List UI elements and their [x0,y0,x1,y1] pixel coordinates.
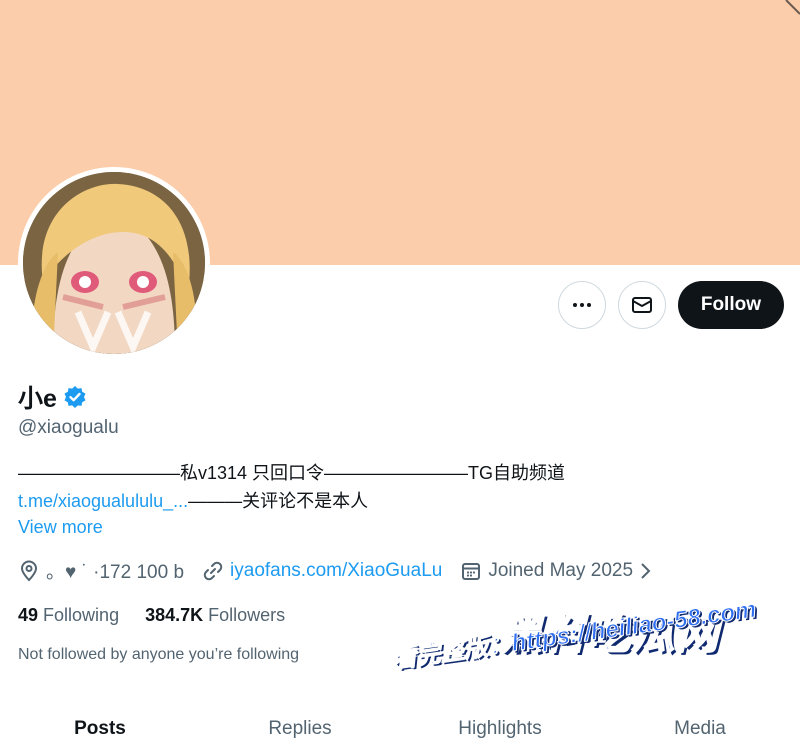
mail-icon [631,297,652,313]
message-button[interactable] [617,281,666,329]
followers-count: 384.7K [145,605,204,625]
follow-button[interactable]: Follow [677,281,784,329]
profile-meta: 。♥ ˙ ·172 100 b iyaofans.com/XiaoGuaLu J… [18,557,671,584]
view-more-link[interactable]: View more [18,517,103,538]
watermark-url: 看完整版：https://heiliao-58.com [390,595,758,674]
tab-posts[interactable]: Posts [0,700,200,750]
follow-stats: 49 Following 384.7K Followers [18,605,285,626]
bio-link[interactable]: t.me/xiaogualululu_... [18,491,188,511]
joined-text: Joined May 2025 [488,559,634,581]
following-link[interactable]: 49 Following [18,605,119,626]
profile-actions: Follow [557,281,784,329]
following-count: 49 [18,605,39,625]
following-label: Following [43,605,120,625]
location-item: 。♥ ˙ ·172 100 b [18,557,184,584]
banner-corner-line [785,0,800,15]
followers-label: Followers [208,605,286,625]
tab-media[interactable]: Media [600,700,800,750]
joined-item[interactable]: Joined May 2025 [460,560,653,582]
name-row: 小e [18,379,87,415]
bio-text-2: ———关评论不是本人 [188,491,369,511]
not-followed-text: Not followed by anyone you’re following [18,646,300,663]
bio-text-1: —————————私v1314 只回口令————————TG自助频道 [18,463,566,483]
tab-highlights[interactable]: Highlights [400,700,600,750]
avatar-image [23,172,205,354]
website-item[interactable]: iyaofans.com/XiaoGuaLu [202,560,442,582]
watermark-title: 黑料吃瓜网 [499,609,721,658]
calendar-icon [462,562,481,580]
chevron-right-icon [641,562,651,579]
user-handle: @xiaogualu [18,417,119,438]
profile-bio: —————————私v1314 只回口令————————TG自助频道 t.me/x… [18,459,658,515]
verified-badge-icon[interactable] [63,385,87,409]
display-name: 小e [18,385,57,413]
location-text: 。♥ ˙ ·172 100 b [46,562,185,583]
location-icon [20,560,38,581]
more-icon [572,303,591,307]
link-icon [203,561,223,580]
profile-tabs: Posts Replies Highlights Media [0,700,800,750]
website-link[interactable]: iyaofans.com/XiaoGuaLu [230,560,442,582]
tab-replies[interactable]: Replies [200,700,400,750]
followers-link[interactable]: 384.7K Followers [145,605,285,626]
more-button[interactable] [557,281,606,329]
profile-avatar[interactable] [18,167,210,359]
